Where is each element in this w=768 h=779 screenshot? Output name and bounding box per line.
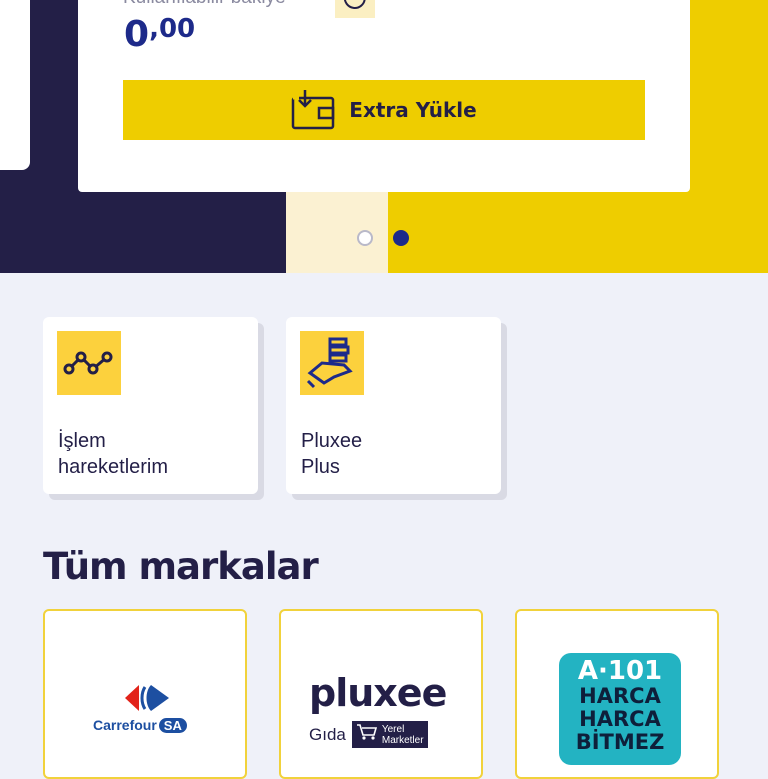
transactions-tile[interactable]: İşlem hareketlerim (43, 317, 258, 494)
pluxee-plus-label-line1: Pluxee (301, 430, 363, 452)
transactions-label-line2: hareketlerim (58, 456, 169, 478)
carousel-pagination (357, 230, 417, 248)
a101-line3: BİTMEZ (575, 730, 665, 754)
pluxee-wordmark: pluxee (309, 671, 447, 715)
refresh-icon[interactable] (335, 0, 375, 18)
balance-amount-int: 0 (124, 14, 150, 55)
section-title-all-brands: Tüm markalar (43, 545, 319, 588)
balance-label: Kullanılabilir bakiye (123, 0, 286, 9)
a101-line1: HARCA (579, 684, 661, 708)
a101-title: A·101 (577, 656, 663, 686)
carrefour-sa-badge: SA (158, 718, 187, 733)
brand-card-a101[interactable]: A·101 HARCA HARCA BİTMEZ (515, 609, 719, 779)
cart-icon (356, 723, 378, 746)
pluxee-plus-label-line2: Plus (301, 456, 340, 478)
pluxee-sub-label: Gıda (309, 724, 346, 744)
pluxee-gida-logo: pluxee Gıda Yerel Marketler (309, 673, 459, 753)
balance-amount-dec: ,00 (149, 14, 196, 44)
pluxee-plus-label: Pluxee Plus (301, 428, 491, 480)
carrefour-name: Carrefour (93, 717, 157, 733)
previous-card[interactable] (0, 0, 30, 170)
balance-amount: 0,00 (124, 14, 195, 55)
hand-coins-icon (300, 331, 364, 395)
local-markets-badge: Yerel Marketler (351, 721, 428, 748)
a101-line2: HARCA (579, 707, 661, 731)
carousel-dot-1[interactable] (357, 230, 373, 246)
brand-card-pluxee-gida[interactable]: pluxee Gıda Yerel Marketler (279, 609, 483, 779)
brand-card-carrefour[interactable]: Carrefour SA (43, 609, 247, 779)
badge-line2: Marketler (381, 734, 424, 746)
a101-logo: A·101 HARCA HARCA BİTMEZ (559, 653, 681, 765)
carrefour-logo: Carrefour SA (93, 681, 205, 739)
wallet-icon (291, 88, 335, 133)
hero-carousel: Kullanılabilir bakiye 0,00 Extra Yükle (0, 0, 768, 273)
chart-line-icon (57, 331, 121, 395)
badge-line1: Yerel (381, 723, 405, 735)
extra-load-label: Extra Yükle (349, 98, 477, 122)
transactions-label-line1: İşlem (58, 430, 106, 452)
pluxee-plus-tile[interactable]: Pluxee Plus (286, 317, 501, 494)
transactions-label: İşlem hareketlerim (58, 428, 248, 480)
extra-load-button[interactable]: Extra Yükle (123, 80, 645, 140)
carousel-dot-2[interactable] (393, 230, 409, 246)
